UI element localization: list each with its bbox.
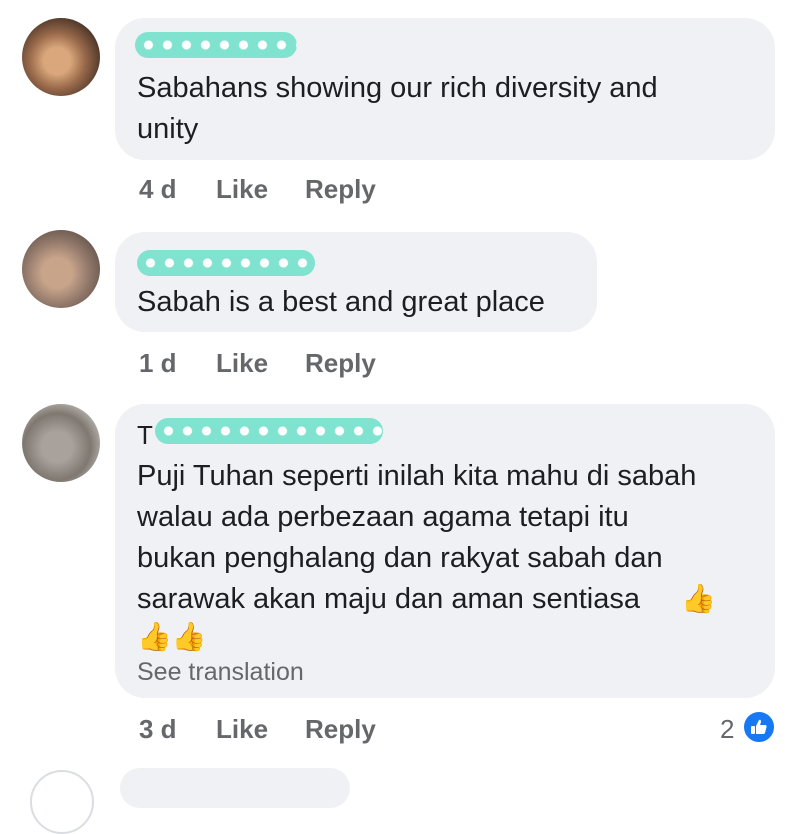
redacted-commenter-name[interactable] [137, 250, 315, 276]
comment-time[interactable]: 4 d [139, 174, 177, 205]
see-translation-link[interactable]: See translation [137, 658, 304, 687]
like-button[interactable]: Like [216, 174, 268, 205]
comment-bubble: Sabahans showing our rich diversity and … [115, 18, 775, 160]
comment-text-line: unity [137, 113, 199, 145]
comment-time[interactable]: 1 d [139, 348, 177, 379]
thumbs-up-glyph [751, 719, 767, 734]
reaction-count[interactable]: 2 [720, 714, 734, 745]
comment-text-line: Sabah is a best and great place [137, 286, 545, 318]
like-button[interactable]: Like [216, 348, 268, 379]
comment-text-line: Puji Tuhan seperti inilah kita mahu di s… [137, 460, 697, 492]
like-thumbs-up-icon[interactable] [742, 710, 776, 744]
like-button[interactable]: Like [216, 714, 268, 745]
thumbs-up-emoji: 👍👍 [137, 621, 207, 652]
commenter-avatar[interactable] [22, 18, 100, 96]
reply-button[interactable]: Reply [305, 714, 376, 745]
commenter-avatar[interactable] [22, 404, 100, 482]
redacted-commenter-name[interactable] [135, 32, 297, 58]
comment-text-line: sarawak akan maju dan aman sentiasa [137, 583, 640, 615]
comment-text-line: Sabahans showing our rich diversity and [137, 72, 658, 104]
comment-bubble: Sabah is a best and great place [115, 232, 597, 332]
comment-bubble: T Puji Tuhan seperti inilah kita mahu di… [115, 404, 775, 698]
next-commenter-avatar[interactable] [30, 770, 94, 834]
next-comment-bubble [120, 768, 350, 808]
thumbs-up-emoji: 👍 [681, 583, 716, 614]
commenter-name-initial[interactable]: T [137, 422, 153, 448]
reply-button[interactable]: Reply [305, 348, 376, 379]
comment-time[interactable]: 3 d [139, 714, 177, 745]
comment-text-line: bukan penghalang dan rakyat sabah dan [137, 542, 663, 574]
reply-button[interactable]: Reply [305, 174, 376, 205]
comment-text-line: walau ada perbezaan agama tetapi itu [137, 501, 629, 533]
redacted-commenter-name[interactable] [155, 418, 383, 444]
commenter-avatar[interactable] [22, 230, 100, 308]
